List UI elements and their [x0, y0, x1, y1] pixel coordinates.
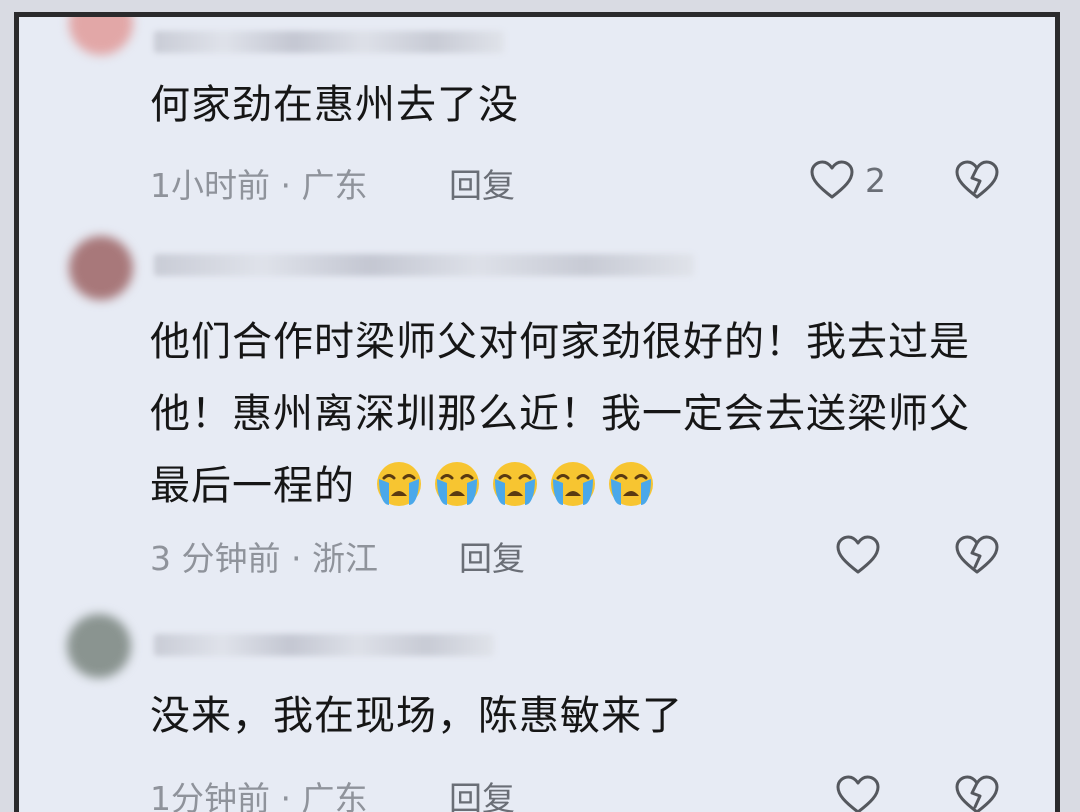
avatar[interactable] — [67, 614, 131, 678]
comment-location: 广东 — [301, 166, 368, 205]
username-blurred[interactable] — [154, 634, 494, 656]
comment-meta: 3 分钟前 · 浙江 — [150, 532, 378, 580]
meta-separator: · — [280, 779, 292, 812]
comment-location: 浙江 — [312, 539, 378, 578]
broken-heart-icon — [954, 534, 1000, 576]
reply-button[interactable]: 回复 — [449, 772, 515, 812]
loudly-crying-face-icon — [550, 462, 595, 506]
like-button[interactable] — [835, 534, 881, 576]
meta-separator: · — [291, 539, 302, 578]
reply-button[interactable]: 回复 — [449, 159, 515, 207]
dislike-button[interactable] — [954, 534, 1000, 576]
broken-heart-icon — [954, 774, 1000, 812]
comment-text: 他们合作时梁师父对何家劲很好的！我去过是他！惠州离深圳那么近！我一定会去送梁师父… — [150, 306, 995, 522]
like-count: 2 — [865, 160, 886, 200]
avatar[interactable] — [69, 17, 133, 55]
dislike-button[interactable] — [954, 159, 1000, 201]
comment-location: 广东 — [301, 779, 368, 812]
loudly-crying-face-icon — [608, 462, 653, 506]
loudly-crying-face-icon — [434, 462, 479, 506]
emoji-row — [369, 462, 659, 509]
username-blurred[interactable] — [154, 31, 504, 53]
comment-text: 没来，我在现场，陈惠敏来了 — [150, 693, 683, 739]
avatar[interactable] — [69, 236, 133, 300]
like-button[interactable]: 2 — [809, 159, 886, 201]
loudly-crying-face-icon — [492, 462, 537, 506]
heart-outline-icon — [835, 534, 881, 576]
comment-time: 1小时前 — [150, 166, 270, 205]
heart-outline-icon — [809, 159, 855, 201]
comment-meta: 1小时前 · 广东 — [150, 159, 368, 207]
comment-item: 没来，我在现场，陈惠敏来了 1分钟前 · 广东 回复 — [19, 602, 1055, 812]
meta-separator: · — [280, 166, 292, 205]
like-button[interactable] — [835, 774, 881, 812]
username-blurred[interactable] — [154, 254, 694, 276]
heart-outline-icon — [835, 774, 881, 812]
comment-time: 1分钟前 — [150, 779, 270, 812]
broken-heart-icon — [954, 159, 1000, 201]
comment-item: 他们合作时梁师父对何家劲很好的！我去过是他！惠州离深圳那么近！我一定会去送梁师父… — [19, 222, 1055, 602]
loudly-crying-face-icon — [376, 462, 421, 506]
comment-text: 何家劲在惠州去了没 — [150, 82, 519, 128]
comment-time: 3 分钟前 — [150, 539, 281, 578]
comment-item: 何家劲在惠州去了没 1小时前 · 广东 回复 2 — [19, 17, 1055, 217]
comment-meta: 1分钟前 · 广东 — [150, 772, 368, 812]
dislike-button[interactable] — [954, 774, 1000, 812]
reply-button[interactable]: 回复 — [459, 532, 525, 580]
comment-list: 何家劲在惠州去了没 1小时前 · 广东 回复 2 他们合作时梁师父对何家劲很好的… — [14, 12, 1060, 812]
